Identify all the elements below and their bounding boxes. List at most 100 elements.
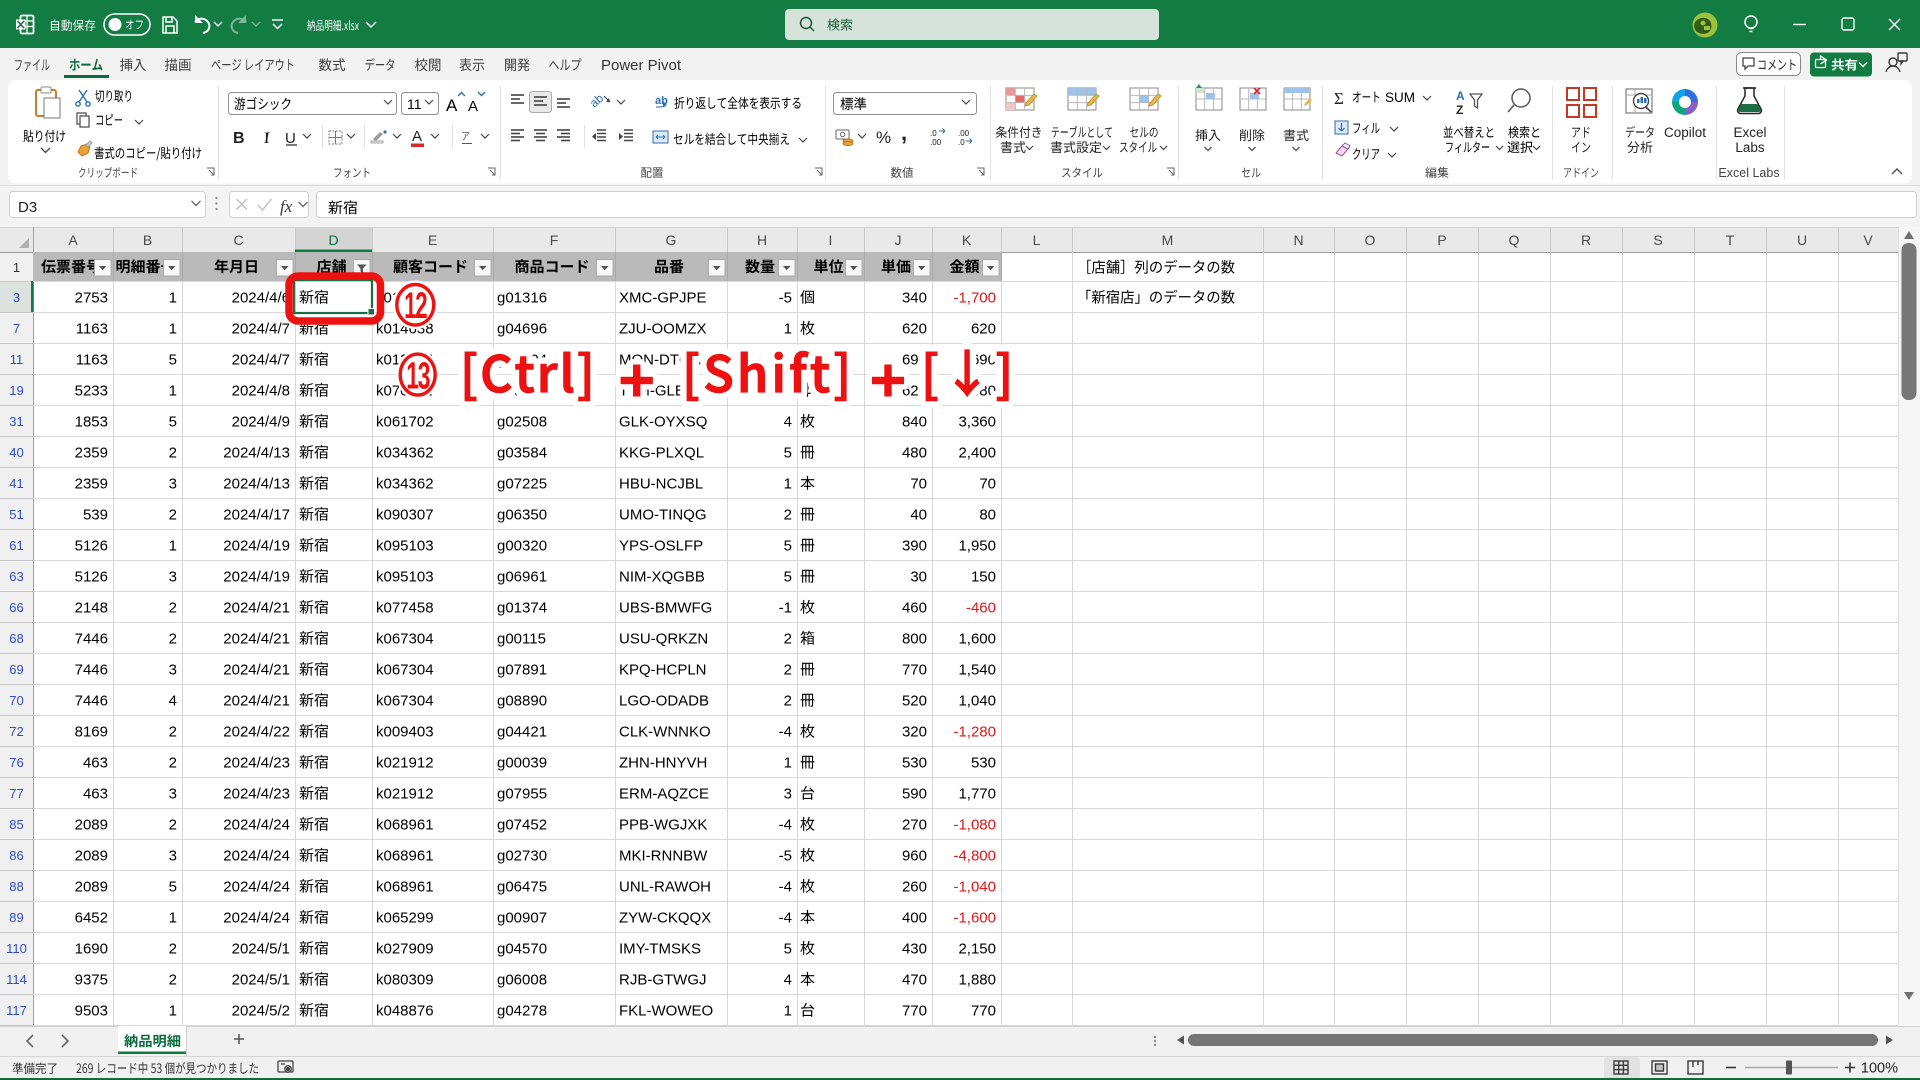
svg-text:UMO-TINQG: UMO-TINQG bbox=[619, 507, 707, 524]
svg-text:k067304: k067304 bbox=[376, 693, 434, 710]
svg-text:2,400: 2,400 bbox=[958, 445, 996, 462]
svg-text:40: 40 bbox=[910, 507, 927, 524]
svg-text:3: 3 bbox=[169, 662, 177, 679]
svg-text:g04696: g04696 bbox=[497, 321, 547, 338]
svg-text:463: 463 bbox=[83, 786, 108, 803]
svg-text:P: P bbox=[1437, 232, 1446, 248]
svg-text:k095103: k095103 bbox=[376, 538, 434, 555]
svg-text:S: S bbox=[1653, 232, 1662, 248]
svg-text:A: A bbox=[412, 128, 422, 145]
svg-text:M: M bbox=[1162, 232, 1174, 248]
svg-text:2359: 2359 bbox=[75, 476, 108, 493]
svg-text:5126: 5126 bbox=[75, 538, 108, 555]
svg-text:6452: 6452 bbox=[75, 910, 108, 927]
svg-text:R: R bbox=[1581, 232, 1591, 248]
svg-text:2,150: 2,150 bbox=[958, 941, 996, 958]
svg-text:XMC-GPJPE: XMC-GPJPE bbox=[619, 290, 707, 307]
svg-text:1163: 1163 bbox=[76, 321, 108, 338]
svg-text:UBS-BMWFG: UBS-BMWFG bbox=[619, 600, 712, 617]
svg-text:k048876: k048876 bbox=[376, 1003, 434, 1020]
svg-text:%: % bbox=[876, 128, 891, 147]
svg-text:2: 2 bbox=[784, 507, 792, 524]
svg-text:1,950: 1,950 bbox=[958, 538, 996, 555]
svg-text:2024/4/23: 2024/4/23 bbox=[223, 786, 290, 803]
svg-text:530: 530 bbox=[971, 755, 996, 772]
svg-text:SUM: SUM bbox=[1385, 90, 1415, 105]
svg-text:g04421: g04421 bbox=[497, 724, 547, 741]
svg-text:2024/4/24: 2024/4/24 bbox=[223, 817, 290, 834]
svg-text:1853: 1853 bbox=[75, 414, 108, 431]
svg-text:MKI-RNNBW: MKI-RNNBW bbox=[619, 848, 708, 865]
svg-text:g01374: g01374 bbox=[497, 600, 547, 617]
svg-text:Labs: Labs bbox=[1735, 140, 1765, 155]
svg-text:-4: -4 bbox=[779, 910, 792, 927]
svg-text:PPB-WGJXK: PPB-WGJXK bbox=[619, 817, 707, 834]
svg-text:G: G bbox=[666, 232, 677, 248]
svg-text:N: N bbox=[1293, 232, 1303, 248]
svg-text:k067304: k067304 bbox=[376, 631, 434, 648]
svg-text:g06961: g06961 bbox=[497, 569, 547, 586]
svg-text:g00039: g00039 bbox=[497, 755, 547, 772]
svg-text:5: 5 bbox=[169, 414, 177, 431]
svg-text:CLK-WNNKO: CLK-WNNKO bbox=[619, 724, 711, 741]
svg-text:-1,280: -1,280 bbox=[953, 724, 996, 741]
svg-text:k021912: k021912 bbox=[376, 786, 434, 803]
svg-text:2024/5/2: 2024/5/2 bbox=[232, 1003, 290, 1020]
svg-text:g07955: g07955 bbox=[497, 786, 547, 803]
svg-text:480: 480 bbox=[902, 445, 927, 462]
svg-text:B: B bbox=[233, 130, 245, 147]
svg-text:7446: 7446 bbox=[75, 693, 108, 710]
svg-text:k061702: k061702 bbox=[376, 414, 434, 431]
svg-text:K: K bbox=[962, 232, 972, 248]
svg-text:2024/4/9: 2024/4/9 bbox=[232, 414, 290, 431]
svg-text:ZJU-OOMZX: ZJU-OOMZX bbox=[619, 321, 707, 338]
svg-text:U: U bbox=[1797, 232, 1807, 248]
svg-text:FKL-WOWEO: FKL-WOWEO bbox=[619, 1003, 713, 1020]
svg-text:2: 2 bbox=[169, 600, 177, 617]
svg-text:3: 3 bbox=[169, 569, 177, 586]
svg-text:k065299: k065299 bbox=[376, 910, 434, 927]
svg-text:-4: -4 bbox=[779, 724, 792, 741]
svg-text:463: 463 bbox=[83, 755, 108, 772]
svg-text:2024/4/21: 2024/4/21 bbox=[223, 662, 290, 679]
svg-text:1: 1 bbox=[784, 321, 792, 338]
svg-text:2148: 2148 bbox=[75, 600, 108, 617]
svg-text:g01316: g01316 bbox=[497, 290, 547, 307]
svg-text:LGO-ODADB: LGO-ODADB bbox=[619, 693, 709, 710]
svg-text:66: 66 bbox=[9, 600, 23, 615]
svg-text:770: 770 bbox=[902, 662, 927, 679]
svg-text:3: 3 bbox=[13, 290, 20, 305]
svg-text:V: V bbox=[1863, 232, 1873, 248]
svg-text:390: 390 bbox=[902, 538, 927, 555]
svg-text:2: 2 bbox=[169, 724, 177, 741]
svg-text:1690: 1690 bbox=[75, 941, 108, 958]
svg-text:4: 4 bbox=[784, 972, 792, 989]
svg-text:5: 5 bbox=[169, 879, 177, 896]
svg-text:89: 89 bbox=[9, 910, 23, 925]
svg-text:NIM-XQGBB: NIM-XQGBB bbox=[619, 569, 705, 586]
svg-text:800: 800 bbox=[902, 631, 927, 648]
svg-text:-1,600: -1,600 bbox=[953, 910, 996, 927]
svg-text:400: 400 bbox=[902, 910, 927, 927]
svg-text:.00: .00 bbox=[958, 129, 970, 138]
svg-text:g00115: g00115 bbox=[497, 631, 546, 648]
svg-text:GLK-OYXSQ: GLK-OYXSQ bbox=[619, 414, 707, 431]
svg-text:41: 41 bbox=[9, 476, 23, 491]
svg-text:110: 110 bbox=[6, 941, 27, 956]
svg-text:80: 80 bbox=[979, 507, 996, 524]
svg-text:k080309: k080309 bbox=[376, 972, 434, 989]
svg-text:k067304: k067304 bbox=[376, 662, 434, 679]
svg-text:1,770: 1,770 bbox=[958, 786, 996, 803]
svg-text:340: 340 bbox=[902, 290, 927, 307]
svg-text:1: 1 bbox=[784, 755, 792, 772]
svg-text:C: C bbox=[233, 232, 243, 248]
svg-text:76: 76 bbox=[9, 755, 23, 770]
svg-text:2024/4/17: 2024/4/17 bbox=[223, 507, 290, 524]
svg-text:KPQ-HCPLN: KPQ-HCPLN bbox=[619, 662, 707, 679]
svg-text:Σ: Σ bbox=[1334, 89, 1344, 108]
svg-text:63: 63 bbox=[9, 569, 23, 584]
svg-text:1: 1 bbox=[169, 383, 177, 400]
svg-text:5126: 5126 bbox=[75, 569, 108, 586]
svg-text:61: 61 bbox=[9, 538, 23, 553]
svg-text:150: 150 bbox=[971, 569, 996, 586]
